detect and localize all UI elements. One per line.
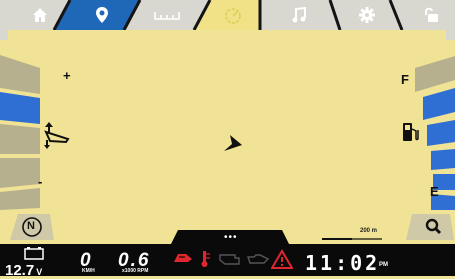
music-note-icon (292, 7, 306, 23)
location-pin-icon (96, 7, 108, 23)
search-icon (406, 214, 454, 240)
coolant-temp-icon (201, 251, 210, 267)
map-search-button[interactable] (406, 212, 454, 244)
gauge-minus-label: - (38, 174, 43, 189)
rpm-unit: x1000 RPM (122, 268, 149, 274)
speed-unit: KM/H (82, 268, 95, 274)
tab-lock[interactable] (395, 0, 455, 40)
tab-trip[interactable] (132, 0, 202, 40)
home-icon (33, 8, 47, 22)
fuel-empty-label: E (430, 184, 439, 199)
clock-time: 11:02 (305, 251, 381, 275)
map-scale-bar (322, 238, 382, 240)
tab-dashboard[interactable] (202, 0, 260, 40)
clock-ampm: PM (379, 262, 388, 268)
gear-icon (359, 7, 375, 23)
tab-navigation[interactable] (62, 0, 132, 40)
battery-icon (24, 247, 44, 260)
warning-triangle-icon (271, 249, 293, 269)
gauge-plus-label: + (63, 68, 71, 83)
position-arrow-icon (224, 135, 242, 151)
tab-home[interactable] (0, 0, 62, 40)
map-view[interactable]: + - F E N (0, 40, 455, 244)
battery-voltage: 12.7 V (5, 262, 43, 279)
compass-label: N (27, 220, 35, 232)
tab-music[interactable] (260, 0, 335, 40)
unlock-icon (425, 7, 438, 22)
compass-button[interactable]: N (10, 212, 56, 244)
top-nav-bar (0, 0, 455, 40)
speedometer-icon (225, 8, 241, 24)
menu-dots: ••• (224, 232, 238, 243)
ruler-icon (154, 12, 180, 20)
map-scale-label: 200 m (360, 228, 378, 234)
oil-can-icon (247, 254, 270, 264)
fuel-full-label: F (401, 72, 409, 87)
fuel-pump-icon (403, 123, 419, 141)
tab-settings[interactable] (335, 0, 395, 40)
oil-pressure-warning-icon (174, 254, 192, 262)
wind-direction-icon (44, 122, 70, 149)
check-engine-icon (219, 254, 240, 265)
